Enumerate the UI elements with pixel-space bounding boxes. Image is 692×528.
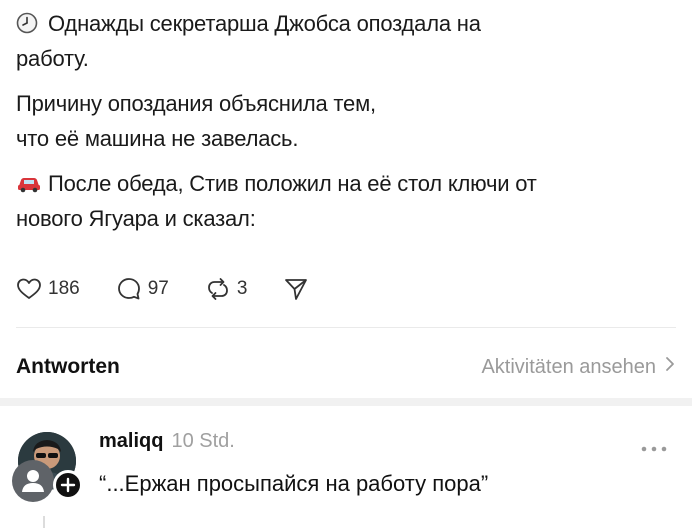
reply-item bbox=[0, 406, 692, 528]
like-button[interactable]: 186 bbox=[16, 277, 80, 301]
more-options-icon[interactable] bbox=[640, 440, 668, 458]
repost-icon bbox=[205, 276, 231, 302]
reply-timestamp: 10 Std. bbox=[171, 430, 235, 452]
follow-button[interactable] bbox=[53, 470, 83, 500]
plus-icon bbox=[60, 477, 76, 493]
reply-header: maliqq 10 Std. bbox=[99, 430, 235, 453]
replies-title: Antworten bbox=[16, 355, 120, 378]
comment-count: 97 bbox=[147, 278, 169, 299]
reply-text: “...Ержан просыпайся на работу пора” bbox=[99, 471, 489, 496]
post-paragraph-3-line-1: После обеда, Стив положил на её стол клю… bbox=[48, 171, 537, 196]
default-avatar-icon bbox=[12, 460, 54, 502]
section-separator bbox=[0, 398, 692, 406]
post-paragraph-2-line-1: Причину опоздания объяснила тем, bbox=[16, 91, 376, 116]
car-icon bbox=[16, 169, 42, 193]
reply-username[interactable]: maliqq bbox=[99, 430, 163, 453]
post-paragraph-3-line-2: нового Ягуара и сказал: bbox=[16, 206, 256, 231]
post-body: Однажды секретарша Джобса опоздала на ра… bbox=[16, 6, 676, 246]
view-activity-link[interactable]: Aktivitäten ansehen bbox=[481, 355, 676, 379]
comment-icon bbox=[116, 276, 142, 302]
replies-header: Antworten Aktivitäten ansehen bbox=[16, 350, 676, 384]
view-activity-label: Aktivitäten ansehen bbox=[481, 355, 656, 378]
repost-count: 3 bbox=[236, 278, 248, 299]
post-paragraph-1-line-1: Однажды секретарша Джобса опоздала на bbox=[48, 11, 481, 36]
post-paragraph-1-line-2: работу. bbox=[16, 46, 89, 71]
clock-icon bbox=[16, 9, 42, 34]
send-icon bbox=[283, 276, 309, 302]
divider bbox=[16, 327, 676, 328]
post-paragraph-2-line-2: что её машина не завелась. bbox=[16, 126, 299, 151]
post-paragraph-3: После обеда, Стив положил на её стол клю… bbox=[16, 166, 676, 236]
comment-button[interactable]: 97 bbox=[116, 276, 169, 302]
thread-line bbox=[43, 516, 45, 528]
heart-icon bbox=[16, 277, 42, 301]
post-actions: 186 97 3 bbox=[16, 272, 345, 306]
post-paragraph-1: Однажды секретарша Джобса опоздала на ра… bbox=[16, 6, 676, 76]
post-paragraph-2: Причину опоздания объяснила тем, что её … bbox=[16, 86, 676, 156]
chevron-right-icon bbox=[656, 355, 676, 379]
like-count: 186 bbox=[48, 278, 80, 299]
share-button[interactable] bbox=[283, 276, 309, 302]
repost-button[interactable]: 3 bbox=[205, 276, 248, 302]
